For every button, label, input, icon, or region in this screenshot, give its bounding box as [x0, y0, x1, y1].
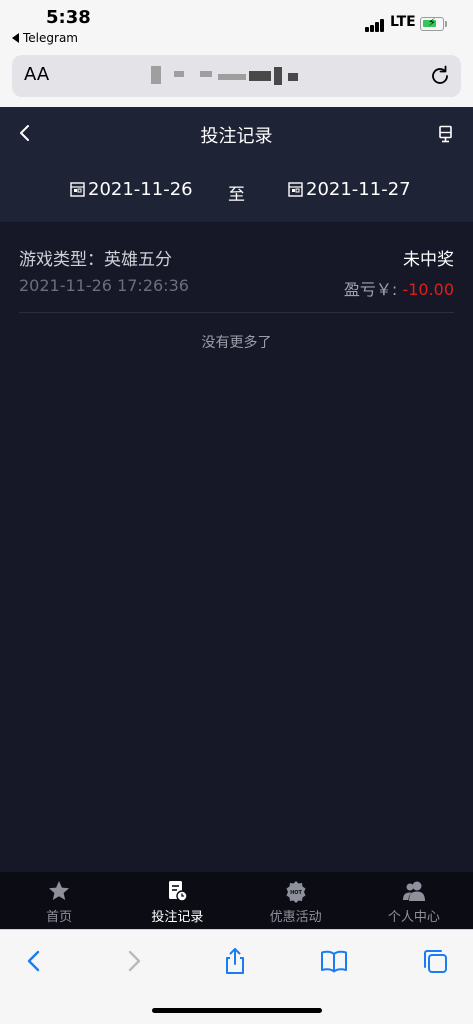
cup-icon[interactable]	[438, 125, 454, 143]
app-header: 投注记录	[0, 107, 473, 160]
date-separator: 至	[228, 185, 245, 205]
browser-address-area: AA	[0, 50, 473, 107]
result-status: 未中奖	[403, 250, 454, 270]
calendar-icon	[288, 182, 303, 197]
tab-bar: 首页 投注记录 HOT 优惠活动 个人中心	[0, 872, 473, 929]
star-icon	[49, 881, 70, 900]
profit: 盈亏￥: -10.00	[344, 276, 454, 300]
profit-label: 盈亏￥:	[343, 280, 398, 299]
hot-badge-icon: HOT	[286, 881, 306, 903]
text-size-button[interactable]: AA	[24, 64, 49, 85]
tab-label: 个人中心	[387, 910, 440, 925]
end-date-picker[interactable]: 2021-11-27	[288, 179, 411, 200]
bookmarks-icon[interactable]	[320, 947, 348, 975]
records-list: 游戏类型：英雄五分 未中奖 2021-11-26 17:26:36 盈亏￥: -…	[0, 222, 473, 872]
tab-promotions[interactable]: HOT 优惠活动	[237, 872, 355, 929]
browser-forward-icon[interactable]	[120, 947, 148, 975]
people-icon	[402, 881, 425, 901]
date-filter-bar: 2021-11-26 至 2021-11-27	[0, 160, 473, 222]
start-date: 2021-11-26	[88, 179, 193, 200]
page-title: 投注记录	[200, 126, 273, 147]
share-icon[interactable]	[221, 947, 249, 975]
reload-icon[interactable]	[429, 65, 451, 87]
network-label: LTE	[390, 14, 416, 30]
address-bar[interactable]: AA	[12, 55, 461, 97]
tabs-icon[interactable]	[421, 947, 449, 975]
game-type: 游戏类型：英雄五分	[19, 250, 172, 270]
back-app-label: Telegram	[23, 31, 78, 45]
tab-label: 首页	[46, 910, 73, 925]
browser-back-icon[interactable]	[20, 947, 48, 975]
calendar-icon	[70, 182, 85, 197]
profit-value: -10.00	[402, 280, 454, 299]
list-item[interactable]: 游戏类型：英雄五分 未中奖 2021-11-26 17:26:36 盈亏￥: -…	[19, 222, 454, 313]
status-bar: 5:38 Telegram LTE ⚡	[0, 0, 473, 50]
back-triangle-icon	[12, 33, 19, 43]
start-date-picker[interactable]: 2021-11-26	[70, 179, 193, 200]
tab-bet-records[interactable]: 投注记录	[118, 872, 236, 929]
no-more-text: 没有更多了	[201, 335, 272, 351]
record-time: 2021-11-26 17:26:36	[19, 276, 189, 295]
tab-label: 投注记录	[151, 910, 204, 925]
tab-home[interactable]: 首页	[0, 872, 118, 929]
status-time: 5:38	[46, 7, 91, 28]
svg-text:HOT: HOT	[290, 890, 302, 896]
back-to-app-link[interactable]: Telegram	[12, 31, 78, 45]
record-icon	[169, 881, 189, 902]
home-indicator	[152, 1008, 322, 1013]
tab-profile[interactable]: 个人中心	[355, 872, 473, 929]
signal-icon	[365, 19, 385, 32]
battery-icon: ⚡	[420, 16, 444, 31]
end-date: 2021-11-27	[306, 179, 411, 200]
tab-label: 优惠活动	[269, 910, 322, 925]
